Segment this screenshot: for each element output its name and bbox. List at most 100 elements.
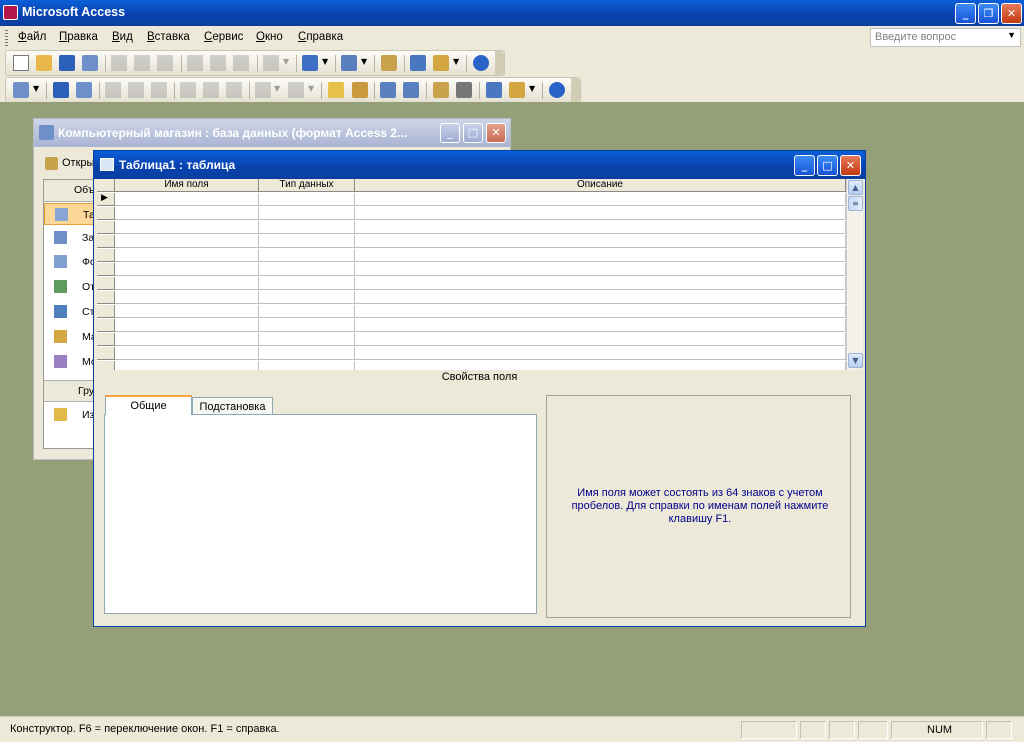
row-selector[interactable] — [97, 305, 115, 318]
redo-dropdown-icon[interactable]: ▼ — [308, 84, 314, 93]
new-object-dropdown-icon[interactable]: ▼ — [529, 84, 535, 93]
build-icon[interactable] — [456, 82, 472, 98]
grid-vertical-scrollbar[interactable]: ▲ ≡ ▼ — [846, 179, 863, 370]
row-selector[interactable] — [97, 207, 115, 220]
description-cell[interactable] — [355, 221, 846, 234]
description-cell[interactable] — [355, 347, 846, 360]
new-object-icon[interactable] — [433, 55, 449, 71]
field-name-cell[interactable] — [115, 305, 259, 318]
scroll-down-icon[interactable]: ▼ — [848, 353, 863, 368]
close-button[interactable]: ✕ — [1001, 3, 1022, 24]
insert-rows-icon[interactable] — [380, 82, 396, 98]
menu-help[interactable]: Справка — [298, 31, 343, 43]
restore-button[interactable]: ❐ — [978, 3, 999, 24]
table-design-window[interactable]: Таблица1 : таблица _ □ ✕ Имя поля Тип да… — [93, 150, 866, 627]
paste-icon[interactable] — [233, 55, 249, 71]
description-cell[interactable] — [355, 249, 846, 262]
row-selector[interactable] — [97, 361, 115, 370]
data-type-cell[interactable] — [259, 347, 355, 360]
db-maximize-button[interactable]: □ — [463, 123, 483, 143]
minimize-button[interactable]: _ — [955, 3, 976, 24]
data-type-cell[interactable] — [259, 277, 355, 290]
database-window-icon[interactable] — [486, 82, 502, 98]
description-cell[interactable] — [355, 319, 846, 332]
description-cell[interactable] — [355, 193, 846, 206]
scroll-up-icon[interactable]: ▲ — [848, 180, 863, 195]
ask-question-input[interactable]: Введите вопрос ▼ — [870, 28, 1021, 47]
analyze-dropdown-icon[interactable]: ▼ — [361, 57, 367, 66]
field-name-cell[interactable] — [115, 361, 259, 370]
print-icon[interactable] — [111, 55, 127, 71]
menu-view[interactable]: Вид — [112, 31, 133, 43]
office-links-dropdown-icon[interactable]: ▼ — [322, 57, 328, 66]
field-name-cell[interactable] — [115, 193, 259, 206]
field-name-cell[interactable] — [115, 249, 259, 262]
db-close-button[interactable]: ✕ — [486, 123, 506, 143]
toolbar-options-icon[interactable] — [495, 51, 504, 75]
new-icon[interactable] — [13, 55, 29, 71]
open-button[interactable]: Откры — [42, 155, 94, 173]
menu-insert[interactable]: Вставка — [147, 31, 190, 43]
row-selector[interactable] — [97, 235, 115, 248]
data-type-cell[interactable] — [259, 361, 355, 370]
copy-icon[interactable] — [203, 82, 219, 98]
column-field-name[interactable]: Имя поля — [115, 179, 259, 192]
field-name-cell[interactable] — [115, 347, 259, 360]
paste-icon[interactable] — [226, 82, 242, 98]
new-object-icon[interactable] — [509, 82, 525, 98]
menu-grip[interactable] — [5, 30, 8, 46]
field-name-cell[interactable] — [115, 277, 259, 290]
row-selector[interactable] — [97, 221, 115, 234]
table-close-button[interactable]: ✕ — [840, 155, 861, 176]
view-dropdown-icon[interactable]: ▼ — [33, 84, 39, 93]
copy-icon[interactable] — [210, 55, 226, 71]
delete-rows-icon[interactable] — [403, 82, 419, 98]
spelling-icon[interactable] — [157, 55, 173, 71]
table-maximize-button[interactable]: □ — [817, 155, 838, 176]
menu-edit[interactable]: Правка — [59, 31, 98, 43]
row-selector[interactable] — [97, 277, 115, 290]
toolbar-options-icon[interactable] — [571, 78, 580, 102]
description-cell[interactable] — [355, 305, 846, 318]
table-minimize-button[interactable]: _ — [794, 155, 815, 176]
row-selector[interactable] — [97, 263, 115, 276]
menu-tools[interactable]: Сервис — [204, 31, 243, 43]
properties-icon[interactable] — [381, 55, 397, 71]
tab-general[interactable]: Общие — [105, 395, 192, 415]
field-name-cell[interactable] — [115, 333, 259, 346]
relationships-icon[interactable] — [410, 55, 426, 71]
search-file-icon[interactable] — [82, 55, 98, 71]
properties-icon[interactable] — [433, 82, 449, 98]
search-file-icon[interactable] — [76, 82, 92, 98]
column-description[interactable]: Описание — [355, 179, 846, 192]
field-name-cell[interactable] — [115, 263, 259, 276]
print-icon[interactable] — [105, 82, 121, 98]
chevron-down-icon[interactable]: ▼ — [1007, 30, 1016, 40]
field-name-cell[interactable] — [115, 319, 259, 332]
description-cell[interactable] — [355, 361, 846, 370]
table-window-titlebar[interactable]: Таблица1 : таблица _ □ ✕ — [94, 151, 865, 179]
scroll-thumb[interactable]: ≡ — [848, 196, 863, 211]
spelling-icon[interactable] — [151, 82, 167, 98]
data-type-cell[interactable] — [259, 305, 355, 318]
row-selector[interactable]: ▶ — [97, 193, 115, 206]
field-grid[interactable]: Имя поля Тип данных Описание ▶ — [97, 179, 846, 370]
db-minimize-button[interactable]: _ — [440, 123, 460, 143]
row-selector[interactable] — [97, 333, 115, 346]
data-type-cell[interactable] — [259, 249, 355, 262]
save-icon[interactable] — [59, 55, 75, 71]
field-name-cell[interactable] — [115, 291, 259, 304]
undo-icon[interactable] — [263, 55, 279, 71]
save-icon[interactable] — [53, 82, 69, 98]
database-window-titlebar[interactable]: Компьютерный магазин : база данных (форм… — [34, 119, 510, 147]
redo-icon[interactable] — [288, 82, 304, 98]
undo-dropdown-icon[interactable]: ▼ — [274, 84, 280, 93]
tab-lookup[interactable]: Подстановка — [192, 397, 273, 415]
preview-icon[interactable] — [134, 55, 150, 71]
row-selector[interactable] — [97, 249, 115, 262]
row-selector[interactable] — [97, 347, 115, 360]
description-cell[interactable] — [355, 333, 846, 346]
data-type-cell[interactable] — [259, 291, 355, 304]
data-type-cell[interactable] — [259, 193, 355, 206]
help-icon[interactable] — [473, 55, 489, 71]
